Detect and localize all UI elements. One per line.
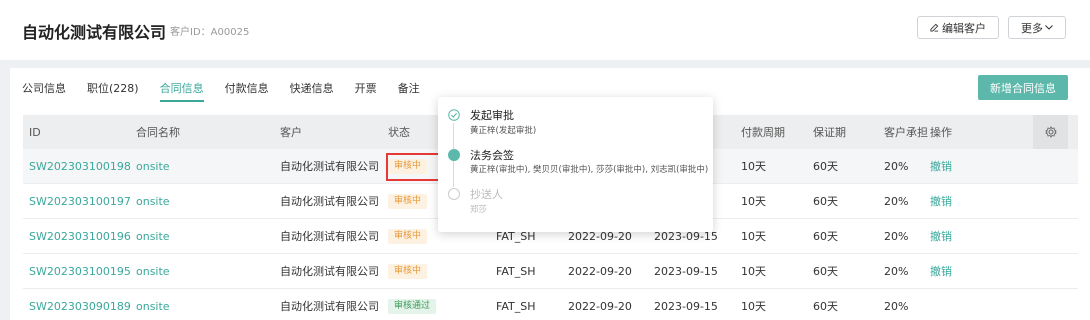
end-date-cell: 2023-09-15: [654, 299, 718, 313]
tab-1[interactable]: 职位(228): [87, 80, 139, 102]
header-name: 合同名称: [136, 126, 180, 139]
revoke-link[interactable]: 撤销: [930, 254, 952, 288]
pending-step-dot-icon: [448, 188, 460, 200]
check-circle-icon: [448, 109, 460, 121]
status-badge[interactable]: 审核通过: [388, 298, 437, 314]
contract-id-link[interactable]: SW202303100195: [29, 254, 131, 288]
customer-share-cell: 20%: [884, 159, 909, 173]
edit-customer-label: 编辑客户: [942, 21, 986, 35]
customer-share-cell: 20%: [884, 264, 909, 278]
column-settings-button[interactable]: [1033, 115, 1068, 149]
status-cell: 审核中: [388, 219, 428, 253]
chevron-down-icon: [1045, 25, 1053, 30]
header-warranty: 保证期: [813, 126, 846, 139]
step-desc: 郑莎: [470, 205, 488, 215]
table-row[interactable]: SW202303100195 onsite 自动化测试有限公司 FAT_SH 2022-…: [23, 254, 1078, 289]
warranty-cell: 60天: [813, 230, 838, 243]
status-cell: 审核中: [388, 254, 428, 288]
end-date-cell: 2023-09-15: [654, 264, 718, 278]
customer-share-cell: 20%: [884, 299, 909, 313]
edit-icon: [930, 23, 939, 32]
warranty-cell: 60天: [813, 300, 838, 313]
cycle-cell: 10天: [741, 195, 766, 208]
code-cell: FAT_SH: [496, 264, 536, 278]
timeline-line: [453, 160, 454, 187]
status-badge[interactable]: 审核中: [388, 193, 428, 209]
step-desc: 黄正梓(发起审批): [470, 126, 537, 136]
warranty-cell: 60天: [813, 160, 838, 173]
header-id: ID: [29, 125, 41, 139]
approval-popover: 发起审批 黄正梓(发起审批) 法务会签 黄正梓(审批中), 樊贝贝(审批中), …: [438, 97, 713, 232]
header-status: 状态: [388, 126, 410, 139]
tab-2[interactable]: 合同信息: [159, 80, 204, 102]
header-customer: 客户: [280, 126, 302, 139]
code-cell: FAT_SH: [496, 299, 536, 313]
contract-id-link[interactable]: SW202303090189: [29, 289, 131, 320]
contract-id-link[interactable]: SW202303100196: [29, 219, 131, 253]
status-cell: 审核中: [388, 184, 428, 218]
edit-customer-button[interactable]: 编辑客户: [917, 16, 999, 39]
customer-cell: 自动化测试有限公司: [280, 230, 379, 243]
start-date-cell: 2022-09-20: [568, 264, 632, 278]
contract-name-link[interactable]: onsite: [136, 149, 170, 183]
cycle-cell: 10天: [741, 230, 766, 243]
customer-share-cell: 20%: [884, 194, 909, 208]
customer-header: 自动化测试有限公司 客户ID：A00025 编辑客户 更多: [0, 0, 1090, 60]
tab-0[interactable]: 公司信息: [22, 80, 66, 102]
customer-share-cell: 20%: [884, 229, 909, 243]
more-button[interactable]: 更多: [1008, 16, 1066, 39]
tab-6[interactable]: 备注: [398, 80, 420, 102]
cycle-cell: 10天: [741, 265, 766, 278]
timeline-line: [453, 123, 454, 149]
tab-5[interactable]: 开票: [355, 80, 377, 102]
step-title: 发起审批: [470, 109, 514, 122]
tab-bar: 公司信息 职位(228) 合同信息 付款信息 快递信息 开票 备注: [22, 80, 441, 102]
add-contract-button[interactable]: 新增合同信息: [978, 75, 1068, 100]
contract-id-link[interactable]: SW202303100198: [29, 149, 131, 183]
revoke-link[interactable]: 撤销: [930, 219, 952, 253]
contract-name-link[interactable]: onsite: [136, 219, 170, 253]
customer-id: 客户ID：A00025: [170, 27, 250, 38]
contract-name-link[interactable]: onsite: [136, 289, 170, 320]
status-badge[interactable]: 审核中: [388, 263, 428, 279]
header-cycle: 付款周期: [741, 126, 785, 139]
revoke-link[interactable]: 撤销: [930, 149, 952, 183]
table-row[interactable]: SW202303090189 onsite 自动化测试有限公司 FAT_SH 2022-…: [23, 289, 1078, 320]
step-title: 法务会签: [470, 149, 514, 162]
step-title: 抄送人: [470, 188, 503, 201]
header-customer-share: 客户承担: [884, 126, 928, 139]
contract-id-link[interactable]: SW202303100197: [29, 184, 131, 218]
gear-icon: [1044, 126, 1057, 138]
status-badge[interactable]: 审核中: [388, 228, 428, 244]
warranty-cell: 60天: [813, 265, 838, 278]
customer-cell: 自动化测试有限公司: [280, 265, 379, 278]
status-cell: 审核通过: [388, 289, 437, 320]
customer-cell: 自动化测试有限公司: [280, 160, 379, 173]
current-step-dot-icon: [448, 149, 460, 161]
revoke-link[interactable]: 撤销: [930, 184, 952, 218]
highlight-box: [386, 153, 442, 181]
warranty-cell: 60天: [813, 195, 838, 208]
tab-3[interactable]: 付款信息: [225, 80, 269, 102]
customer-cell: 自动化测试有限公司: [280, 195, 379, 208]
cycle-cell: 10天: [741, 160, 766, 173]
tab-4[interactable]: 快递信息: [290, 80, 334, 102]
header-action: 操作: [930, 126, 952, 139]
contract-name-link[interactable]: onsite: [136, 254, 170, 288]
company-name: 自动化测试有限公司: [22, 23, 167, 42]
customer-cell: 自动化测试有限公司: [280, 300, 379, 313]
more-label: 更多: [1021, 21, 1043, 35]
contract-name-link[interactable]: onsite: [136, 184, 170, 218]
cycle-cell: 10天: [741, 300, 766, 313]
step-desc: 黄正梓(审批中), 樊贝贝(审批中), 莎莎(审批中), 刘志凯(审批中): [470, 165, 709, 175]
start-date-cell: 2022-09-20: [568, 299, 632, 313]
